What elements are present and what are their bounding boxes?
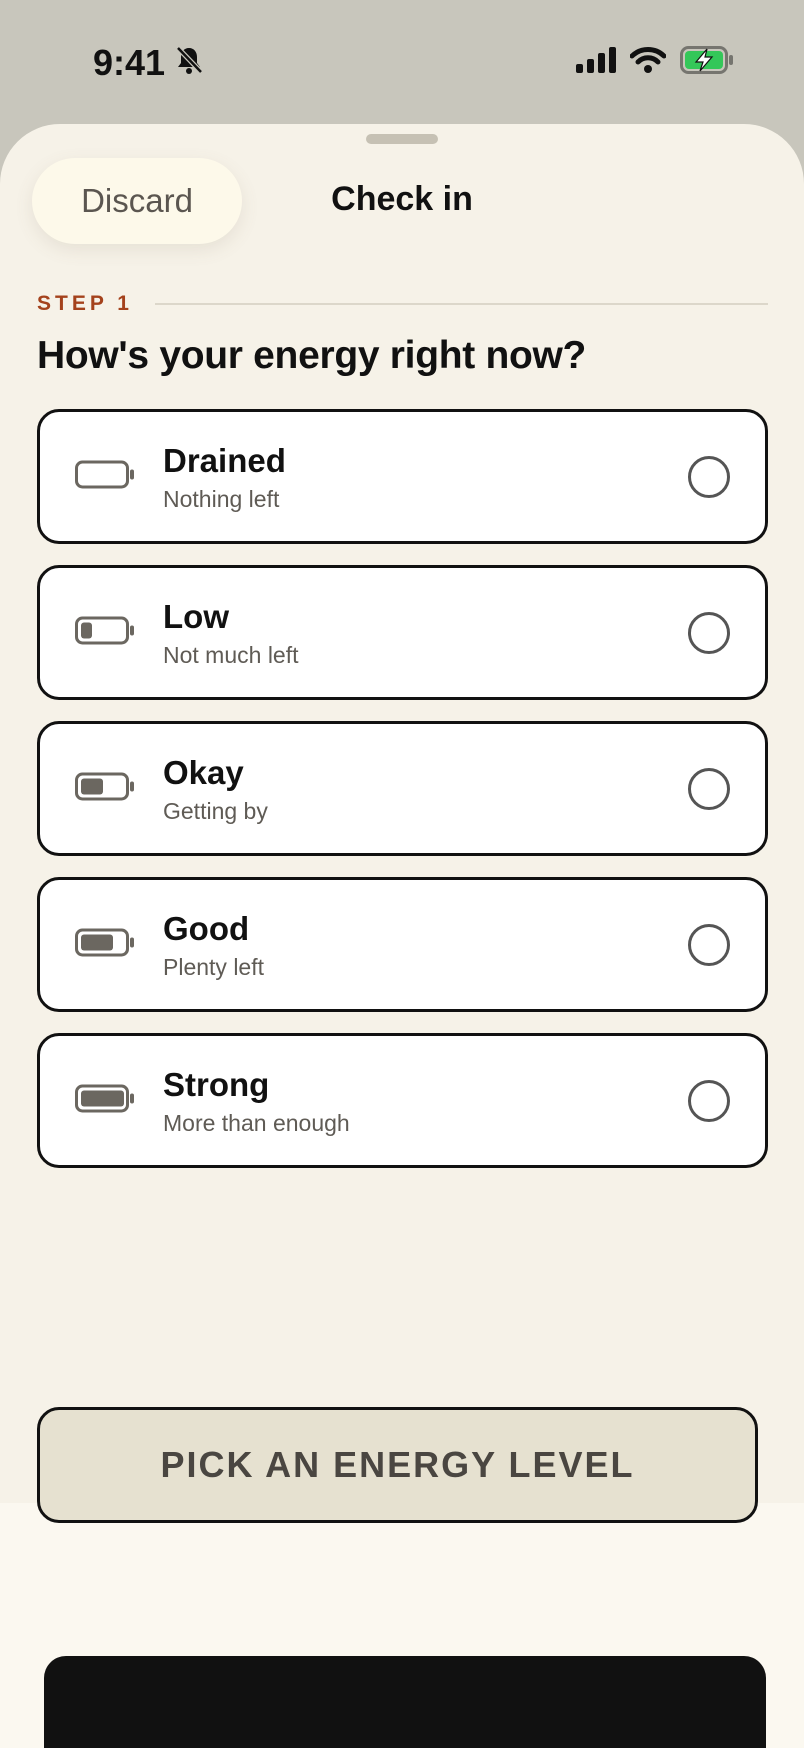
step-indicator: STEP 1 bbox=[37, 284, 768, 324]
option-description: Getting by bbox=[163, 798, 268, 824]
step-label: STEP 1 bbox=[37, 292, 133, 315]
option-description: Plenty left bbox=[163, 954, 264, 980]
bell-slash-icon bbox=[175, 42, 203, 84]
radio-button[interactable] bbox=[688, 767, 730, 810]
question-heading: How's your energy right now? bbox=[37, 334, 587, 377]
step-divider bbox=[154, 303, 768, 305]
option-label: Low bbox=[163, 598, 229, 635]
option-description: Not much left bbox=[163, 642, 299, 668]
battery-full-icon bbox=[75, 1083, 135, 1118]
battery-medium-icon bbox=[75, 771, 135, 806]
sheet-title: Check in bbox=[331, 180, 473, 218]
radio-button[interactable] bbox=[688, 1079, 730, 1122]
option-label: Drained bbox=[163, 442, 286, 479]
option-description: More than enough bbox=[163, 1110, 350, 1136]
battery-high-icon bbox=[75, 927, 135, 962]
energy-options: Drained Nothing left Low Not much left O… bbox=[37, 409, 768, 1189]
battery-charging-icon bbox=[680, 46, 734, 79]
option-strong[interactable]: Strong More than enough bbox=[37, 1033, 768, 1168]
battery-low-icon bbox=[75, 615, 135, 650]
status-time: 9:41 bbox=[93, 42, 203, 84]
cta-shadow bbox=[44, 1656, 766, 1748]
radio-button[interactable] bbox=[688, 611, 730, 654]
option-description: Nothing left bbox=[163, 486, 280, 512]
radio-button[interactable] bbox=[688, 455, 730, 498]
option-label: Good bbox=[163, 910, 250, 947]
wifi-icon bbox=[629, 46, 667, 79]
radio-button[interactable] bbox=[688, 923, 730, 966]
status-bar: 9:41 bbox=[0, 0, 804, 124]
pick-energy-level-button[interactable]: PICK AN ENERGY LEVEL bbox=[37, 1407, 758, 1523]
option-good[interactable]: Good Plenty left bbox=[37, 877, 768, 1012]
option-drained[interactable]: Drained Nothing left bbox=[37, 409, 768, 544]
option-low[interactable]: Low Not much left bbox=[37, 565, 768, 700]
option-okay[interactable]: Okay Getting by bbox=[37, 721, 768, 856]
sheet-grabber[interactable] bbox=[366, 134, 438, 144]
clock: 9:41 bbox=[93, 42, 166, 83]
battery-empty-icon bbox=[75, 459, 135, 494]
option-label: Strong bbox=[163, 1066, 270, 1103]
footer bbox=[0, 1503, 804, 1748]
option-label: Okay bbox=[163, 754, 244, 791]
cellular-signal-icon bbox=[576, 47, 616, 78]
status-icons bbox=[576, 46, 734, 79]
